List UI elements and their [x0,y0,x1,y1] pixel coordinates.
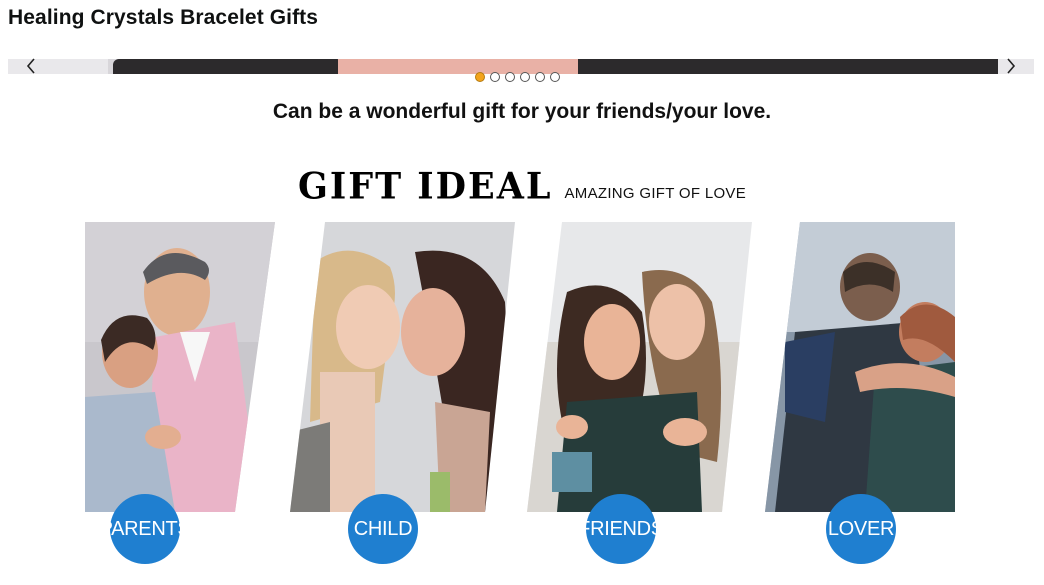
parents-category-button[interactable]: PARENTS [100,494,191,564]
gift-tagline: AMAZING GIFT OF LOVE [564,185,747,202]
lover-category-button[interactable]: LOVER [826,494,896,564]
child-label: CHILD [353,517,413,540]
gift-heading: GIFT IDEAL AMAZING GIFT OF LOVE [0,164,1044,209]
carousel-dot[interactable] [475,72,485,82]
gift-ideal-title: GIFT IDEAL [297,164,553,209]
page-root: Healing Crystals Bracelet Gifts Can be a… [0,0,1044,585]
child-photo [290,222,515,512]
friends-label: FRIENDS [578,517,664,540]
carousel-dots [475,72,560,82]
carousel-next-button[interactable] [1002,56,1020,76]
chevron-left-icon [26,58,35,74]
parents-label: PARENTS [99,517,191,540]
page-title: Healing Crystals Bracelet Gifts [8,6,319,29]
carousel-dot[interactable] [550,72,560,82]
chevron-right-icon [1007,58,1016,74]
child-category-button[interactable]: CHILD [348,494,418,564]
lover-photo [765,222,955,512]
carousel-dot[interactable] [520,72,530,82]
lover-label: LOVER [827,517,895,540]
friends-photo [527,222,752,512]
carousel-dot[interactable] [535,72,545,82]
carousel-prev-button[interactable] [22,56,40,76]
carousel-dot[interactable] [490,72,500,82]
carousel-dot[interactable] [505,72,515,82]
gift-subtitle: Can be a wonderful gift for your friends… [272,100,772,123]
parents-photo [85,222,275,512]
friends-category-button[interactable]: FRIENDS [578,494,664,564]
